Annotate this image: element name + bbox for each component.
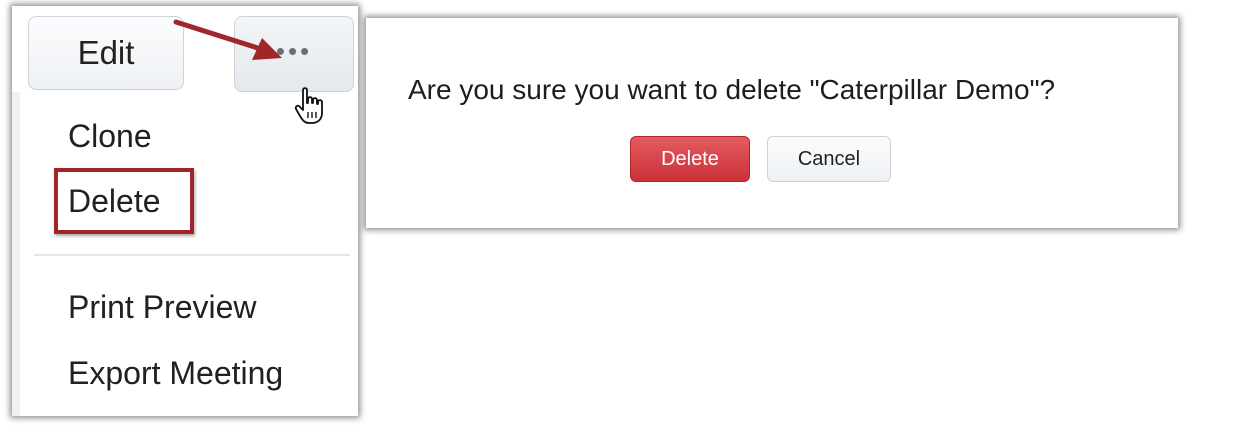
dropdown-menu: Clone Delete Print Preview Export Meetin… xyxy=(20,92,358,416)
page-edge xyxy=(12,92,20,416)
edit-button[interactable]: Edit xyxy=(28,16,184,90)
confirm-delete-button[interactable]: Delete xyxy=(630,136,750,182)
hand-pointer-icon xyxy=(294,87,323,124)
dialog-question: Are you sure you want to delete "Caterpi… xyxy=(408,74,1056,105)
menu-item-print-preview[interactable]: Print Preview xyxy=(68,289,257,326)
cancel-button[interactable]: Cancel xyxy=(767,136,891,182)
confirm-delete-label: Delete xyxy=(661,147,719,170)
delete-highlight-box xyxy=(54,168,194,234)
actions-menu-panel: Edit ••• Clone Delete Print Preview Expo… xyxy=(12,6,358,416)
menu-divider xyxy=(34,254,350,256)
cancel-label: Cancel xyxy=(797,147,861,170)
annotation-arrow-icon xyxy=(173,19,282,60)
menu-item-export-meeting[interactable]: Export Meeting xyxy=(68,355,283,392)
edit-button-label: Edit xyxy=(77,34,135,71)
menu-item-clone[interactable]: Clone xyxy=(68,118,152,155)
delete-confirmation-dialog: Are you sure you want to delete "Caterpi… xyxy=(366,18,1178,228)
